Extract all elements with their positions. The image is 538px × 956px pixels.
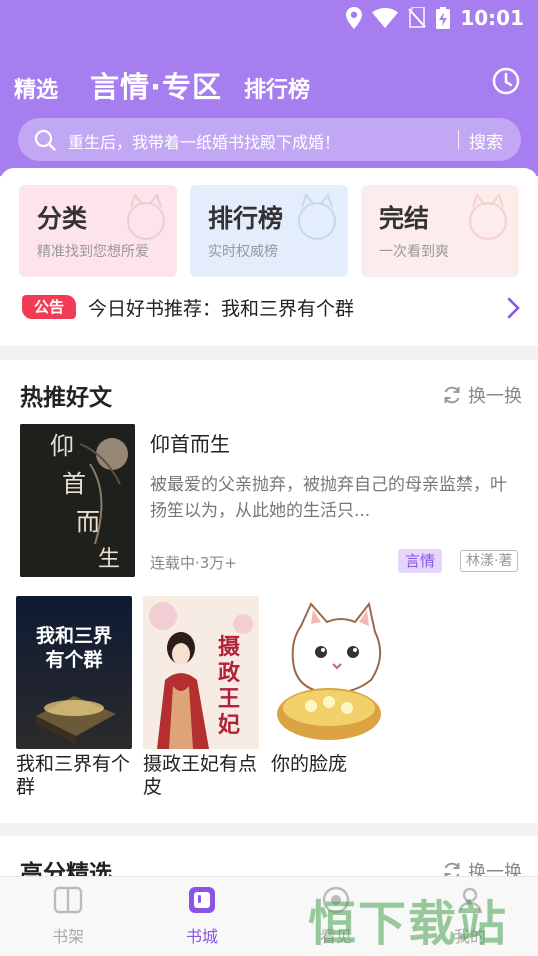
- feature-ranking-subtitle: 实时权威榜: [208, 244, 278, 260]
- lead-cover-char-3: 而: [76, 508, 100, 536]
- lead-cover-char-1: 仰: [50, 432, 74, 460]
- book-icon: [53, 886, 83, 914]
- feature-finished-title: 完结: [379, 204, 430, 233]
- lead-book-description: 被最爱的父亲抛弃，被抛弃自己的母亲监禁，叶扬笙以为，从此她的生活只...: [150, 475, 507, 521]
- cover-art-three-realms: 我和三界 有个群: [16, 596, 132, 749]
- hot-section-title: 热推好文: [20, 385, 112, 411]
- hot-section: 热推好文 换一换 仰 首 而 生 仰首而生 被最爱的父亲抛弃，被抛弃自己的母亲监…: [0, 360, 538, 823]
- book-cover[interactable]: [271, 596, 387, 749]
- book-title[interactable]: 你的脸庞: [271, 753, 389, 776]
- high-score-title: 高分精选: [20, 861, 112, 876]
- status-time: 10:01: [460, 6, 524, 30]
- top-header: 精选 言情·专区 排行榜 重生后，我带着一纸婚书找殿下成婚！ 搜索: [0, 38, 538, 176]
- hot-refresh-button[interactable]: 换一换: [442, 382, 522, 408]
- high-score-section: 高分精选 换一换: [0, 836, 538, 876]
- nav-bookstore[interactable]: 书城: [162, 885, 242, 947]
- lead-book-title[interactable]: 仰首而生: [150, 428, 230, 457]
- book-cover[interactable]: 摄 政 王 妃: [143, 596, 259, 749]
- site-watermark: 恒下载站: [308, 896, 509, 952]
- lead-book-cover[interactable]: 仰 首 而 生: [20, 424, 135, 577]
- wifi-icon: [372, 8, 399, 28]
- high-score-refresh-label: 换一换: [468, 862, 522, 876]
- feature-category[interactable]: 分类 精准找到您想所爱: [19, 185, 177, 277]
- lead-cover-art: 仰 首 而 生: [20, 424, 135, 577]
- status-icons: 10:01: [346, 6, 524, 30]
- grid-book[interactable]: 摄 政 王 妃 摄政王妃有点皮: [143, 596, 261, 799]
- high-score-refresh-button[interactable]: 换一换: [442, 858, 522, 876]
- cover-title-char-3: 王: [218, 686, 240, 712]
- lead-book-meta: 连载中·3万+: [150, 554, 237, 572]
- lead-book[interactable]: 仰 首 而 生 仰首而生 被最爱的父亲抛弃，被抛弃自己的母亲监禁，叶扬笙以为，从…: [20, 424, 525, 578]
- book-cover[interactable]: 我和三界 有个群: [16, 596, 132, 749]
- search-placeholder[interactable]: 重生后，我带着一纸婚书找殿下成婚！: [68, 129, 340, 153]
- search-icon: [34, 129, 56, 151]
- search-bar[interactable]: 重生后，我带着一纸婚书找殿下成婚！ 搜索: [18, 118, 521, 161]
- cover-title-line-2: 有个群: [45, 648, 102, 671]
- tab-ranking[interactable]: 排行榜: [244, 72, 310, 104]
- notice-bar[interactable]: 公告 今日好书推荐：我和三界有个群: [22, 292, 522, 324]
- genre-tag[interactable]: 言情: [398, 549, 443, 573]
- feature-card: 分类 精准找到您想所爱 排行榜 实时权威榜 完结 一次看到爽 公告 今日好书推荐…: [0, 168, 538, 346]
- location-icon: [346, 7, 363, 29]
- chevron-right-icon[interactable]: [506, 296, 522, 320]
- hot-refresh-label: 换一换: [468, 386, 522, 407]
- status-bar: 10:01: [0, 0, 538, 38]
- lead-cover-char-4: 生: [98, 547, 120, 572]
- author-tag: 林漾·著: [460, 550, 519, 572]
- book-title[interactable]: 摄政王妃有点皮: [143, 753, 261, 799]
- feature-finished[interactable]: 完结 一次看到爽: [361, 185, 519, 277]
- lead-cover-char-2: 首: [62, 470, 86, 498]
- no-sim-icon: [408, 7, 427, 28]
- nav-bookstore-label: 书城: [185, 927, 218, 946]
- nav-bookshelf[interactable]: 书架: [28, 885, 108, 947]
- feature-ranking-title: 排行榜: [208, 204, 284, 233]
- feature-category-title: 分类: [37, 204, 88, 233]
- notice-badge: 公告: [22, 295, 76, 319]
- cover-title-char-4: 妃: [218, 712, 240, 738]
- feature-ranking[interactable]: 排行榜 实时权威榜: [190, 185, 348, 277]
- book-title[interactable]: 我和三界有个群: [16, 753, 134, 799]
- feature-category-subtitle: 精准找到您想所爱: [37, 244, 149, 260]
- cat-decoration-icon: [298, 193, 336, 240]
- search-divider: [458, 130, 459, 149]
- bookstore-icon: [189, 887, 215, 913]
- cover-title-line-1: 我和三界: [36, 624, 112, 647]
- cat-decoration-icon: [469, 193, 507, 240]
- cover-title-char-1: 摄: [218, 634, 241, 660]
- grid-book[interactable]: 你的脸庞: [271, 596, 389, 776]
- refresh-icon: [444, 386, 460, 404]
- feature-finished-subtitle: 一次看到爽: [379, 244, 449, 260]
- grid-book[interactable]: 我和三界 有个群 我和三界有个群: [16, 596, 134, 799]
- search-button[interactable]: 搜索: [469, 128, 503, 153]
- cover-title-char-2: 政: [218, 660, 241, 686]
- clock-icon[interactable]: [492, 67, 520, 95]
- battery-charging-icon: [436, 7, 451, 29]
- nav-bookshelf-label: 书架: [51, 927, 84, 946]
- cover-art-cat: [271, 596, 387, 749]
- tab-romance-zone[interactable]: 言情·专区: [90, 64, 222, 106]
- refresh-icon: [444, 862, 460, 876]
- tab-featured[interactable]: 精选: [14, 72, 58, 104]
- cover-art-regent-princess: 摄 政 王 妃: [143, 596, 259, 749]
- notice-text[interactable]: 今日好书推荐：我和三界有个群: [88, 294, 354, 321]
